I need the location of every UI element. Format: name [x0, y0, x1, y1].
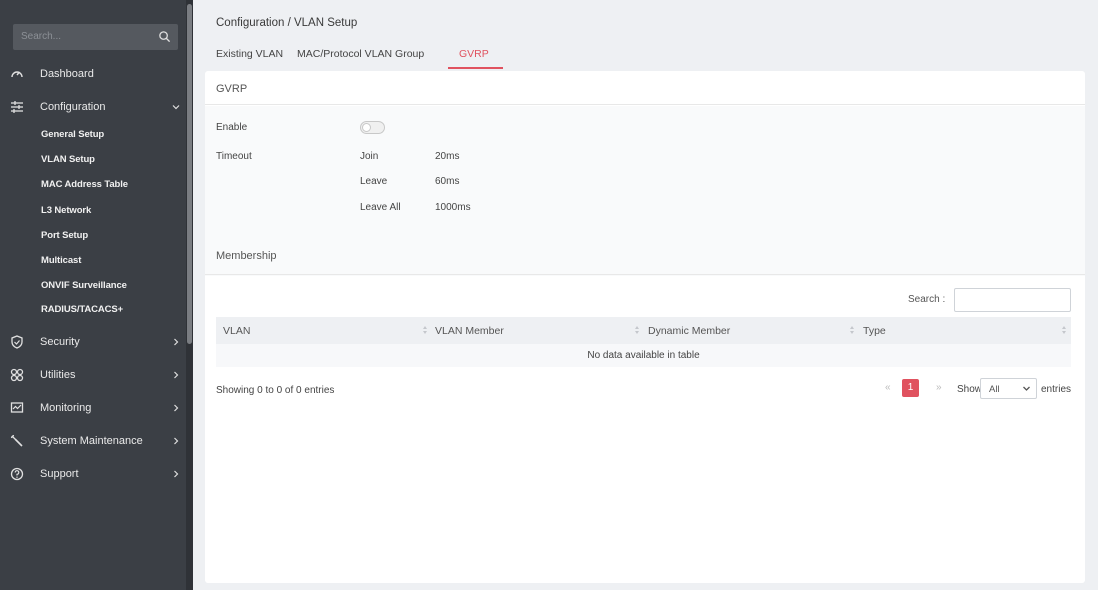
enable-label: Enable: [216, 122, 248, 133]
pagination-prev-button[interactable]: «: [885, 382, 891, 393]
sidebar-item-label: Monitoring: [40, 402, 92, 414]
page-length-value: All: [989, 384, 1000, 395]
sort-icon[interactable]: [850, 326, 854, 335]
join-label: Join: [360, 151, 379, 162]
leave-all-label: Leave All: [360, 202, 401, 213]
column-header-type[interactable]: Type: [863, 325, 886, 337]
sidebar-item-label: Dashboard: [40, 68, 94, 80]
sort-icon[interactable]: [635, 326, 639, 335]
sort-icon[interactable]: [1062, 326, 1066, 335]
membership-section-header: Membership: [205, 243, 1085, 275]
timeout-label: Timeout: [216, 151, 252, 162]
sidebar-subitem-onvif-surveillance[interactable]: ONVIF Surveillance: [41, 278, 127, 294]
sidebar-item-label: Utilities: [40, 369, 76, 381]
gvrp-section-header: GVRP: [205, 71, 1085, 105]
sidebar-item-security[interactable]: Security: [0, 331, 186, 353]
breadcrumb: Configuration / VLAN Setup: [216, 17, 358, 29]
membership-title: Membership: [216, 250, 277, 262]
sidebar-subitem-radius-tacacs[interactable]: RADIUS/TACACS+: [41, 302, 123, 318]
sidebar-item-label: System Maintenance: [40, 435, 143, 447]
sidebar-item-monitoring[interactable]: Monitoring: [0, 397, 186, 419]
shield-icon: [11, 335, 23, 349]
chevron-right-icon: [174, 338, 179, 346]
page-length-select[interactable]: All: [980, 378, 1037, 399]
tab-gvrp[interactable]: GVRP: [459, 48, 489, 60]
column-header-dynamic-member[interactable]: Dynamic Member: [648, 325, 730, 337]
search-icon[interactable]: [158, 30, 171, 43]
sidebar-subitem-general-setup[interactable]: General Setup: [41, 127, 104, 143]
sidebar-item-system-maintenance[interactable]: System Maintenance: [0, 430, 186, 452]
help-icon: [10, 467, 24, 481]
gvrp-panel: GVRP Enable Timeout Join 20ms Leave 60ms…: [205, 71, 1085, 583]
chevron-right-icon: [174, 371, 179, 379]
sidebar-item-support[interactable]: Support: [0, 463, 186, 485]
sidebar-subitem-l3-network[interactable]: L3 Network: [41, 203, 91, 219]
table-search-input[interactable]: [954, 288, 1071, 312]
utilities-icon: [10, 368, 24, 382]
sidebar-item-label: Configuration: [40, 101, 106, 113]
table-empty-row: No data available in table: [216, 344, 1071, 367]
sidebar-subitem-vlan-setup[interactable]: VLAN Setup: [41, 152, 95, 168]
tab-existing-vlan[interactable]: Existing VLAN: [216, 48, 283, 60]
sort-icon[interactable]: [423, 326, 427, 335]
dashboard-icon: [11, 71, 23, 78]
chevron-down-icon: [172, 105, 180, 110]
sidebar-search-input[interactable]: Search...: [13, 24, 178, 50]
sliders-icon: [11, 101, 23, 113]
wrench-icon: [10, 434, 23, 447]
join-value: 20ms: [435, 151, 460, 162]
gvrp-enable-toggle[interactable]: [360, 121, 385, 134]
gvrp-section-title: GVRP: [216, 83, 248, 95]
monitor-icon: [10, 402, 24, 413]
sidebar-search-placeholder: Search...: [21, 31, 62, 42]
column-header-vlan[interactable]: VLAN: [223, 325, 250, 337]
sidebar-item-utilities[interactable]: Utilities: [0, 364, 186, 386]
column-header-vlan-member[interactable]: VLAN Member: [435, 325, 504, 337]
table-search-label: Search :: [908, 294, 946, 305]
sidebar-item-dashboard[interactable]: Dashboard: [0, 63, 186, 85]
sidebar-subitem-multicast[interactable]: Multicast: [41, 253, 81, 269]
sidebar: Search... Dashboard Configuration Genera…: [0, 0, 193, 590]
tab-mac-protocol-vlan-group[interactable]: MAC/Protocol VLAN Group: [297, 48, 424, 60]
empty-table-message: No data available in table: [587, 350, 700, 361]
chevron-right-icon: [174, 437, 179, 445]
leave-value: 60ms: [435, 176, 460, 187]
entries-label: entries: [1041, 384, 1072, 395]
table-info: Showing 0 to 0 of 0 entries: [216, 385, 335, 396]
sidebar-item-label: Support: [40, 468, 79, 480]
active-tab-indicator: [448, 67, 503, 69]
sidebar-subitem-port-setup[interactable]: Port Setup: [41, 228, 88, 244]
show-label: Show: [957, 384, 983, 395]
chevron-down-icon: [1023, 386, 1030, 391]
sidebar-scroll-thumb[interactable]: [187, 4, 192, 344]
chevron-right-icon: [174, 404, 179, 412]
chevron-right-icon: [174, 470, 179, 478]
table-header: VLAN VLAN Member Dynamic Member Type: [216, 317, 1071, 344]
pagination-next-button[interactable]: »: [936, 382, 942, 393]
pagination-page-button[interactable]: 1: [902, 379, 919, 397]
leave-label: Leave: [360, 176, 388, 187]
toggle-knob: [362, 123, 371, 132]
sidebar-subitem-mac-address-table[interactable]: MAC Address Table: [41, 177, 128, 193]
leave-all-value: 1000ms: [435, 202, 471, 213]
sidebar-item-label: Security: [40, 336, 80, 348]
sidebar-item-configuration[interactable]: Configuration: [0, 96, 186, 118]
